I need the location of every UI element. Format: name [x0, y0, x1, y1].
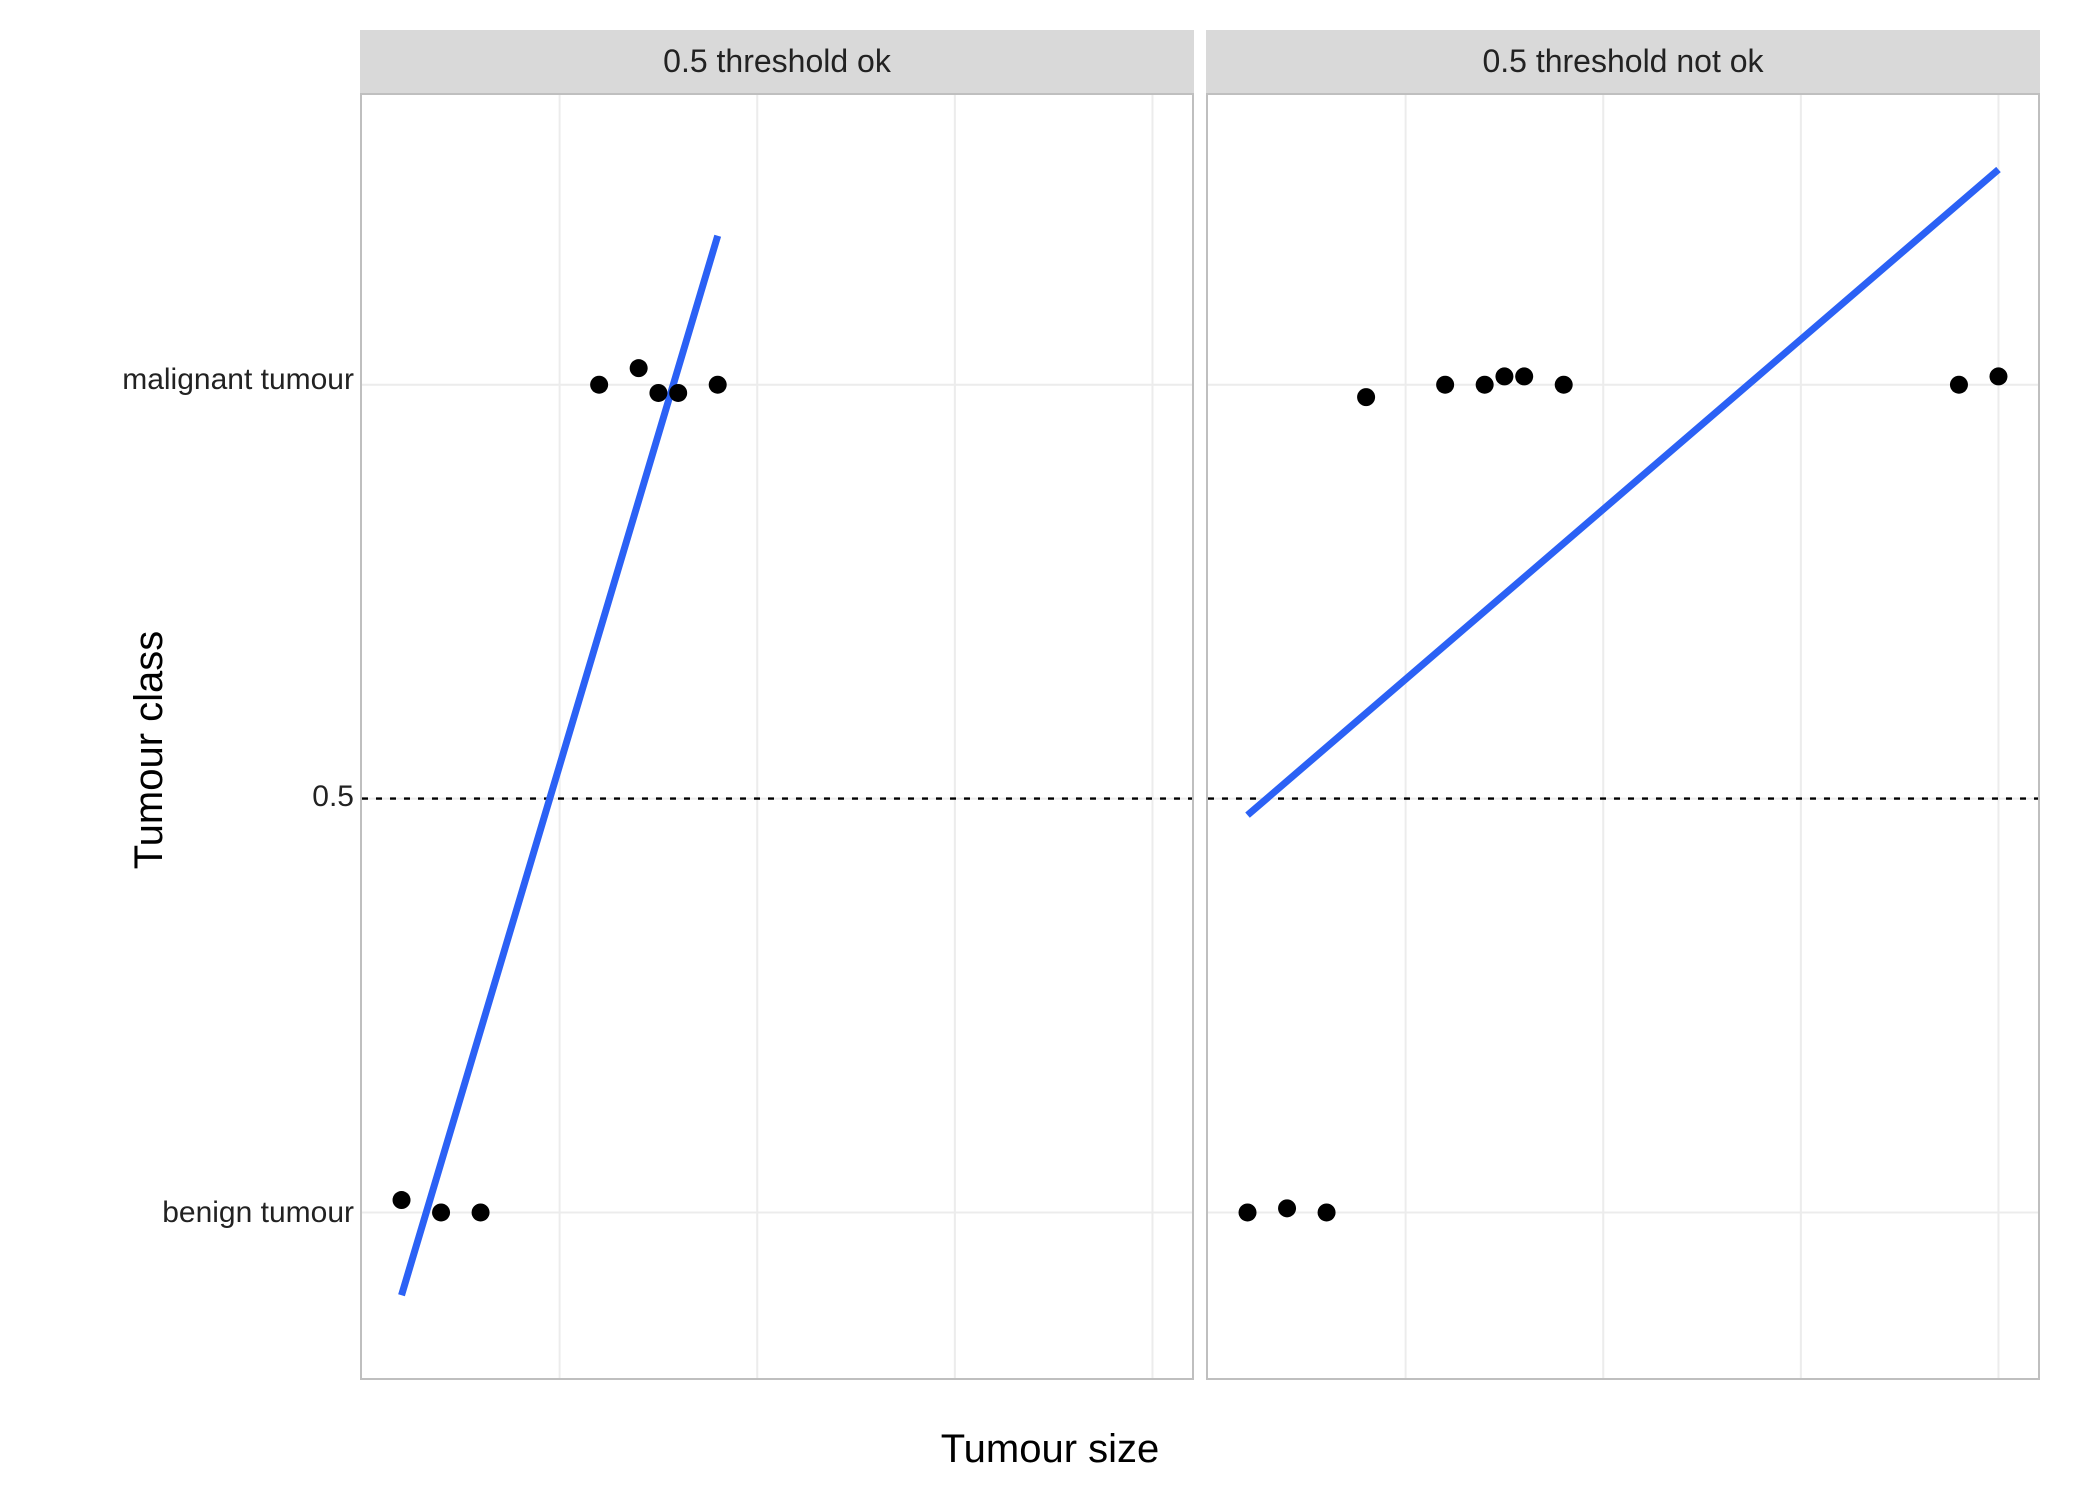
data-point — [1239, 1203, 1257, 1221]
facet-panels: 0.5 threshold ok51015200.5 threshold not… — [360, 30, 2040, 1380]
data-point — [649, 384, 667, 402]
x-axis-ticks: 5101520 — [362, 1378, 1192, 1380]
x-axis-label: Tumour size — [941, 1427, 1160, 1472]
data-point — [1278, 1199, 1296, 1217]
y-axis-ticks: benign tumour 0.5 malignant tumour — [110, 30, 360, 1380]
regression-line — [1248, 169, 1999, 815]
data-point — [472, 1203, 490, 1221]
facet-strip-label: 0.5 threshold ok — [360, 30, 1194, 93]
y-tick-label: benign tumour — [162, 1196, 354, 1230]
data-point — [1950, 376, 1968, 394]
facet-strip-label: 0.5 threshold not ok — [1206, 30, 2040, 93]
facet-panel: 0.5 threshold ok 5101520 — [360, 30, 1194, 1380]
facet-panel: 0.5 threshold not ok 5101520 — [1206, 30, 2040, 1380]
data-point — [709, 376, 727, 394]
data-point — [1989, 367, 2007, 385]
data-point — [590, 376, 608, 394]
data-point — [630, 359, 648, 377]
data-point — [432, 1203, 450, 1221]
data-point — [1555, 376, 1573, 394]
data-point — [1495, 367, 1513, 385]
data-point — [393, 1191, 411, 1209]
x-axis-ticks: 5101520 — [1208, 1378, 2038, 1380]
data-point — [669, 384, 687, 402]
chart-container: Tumour class Tumour size benign tumour0.… — [0, 0, 2100, 1500]
data-point — [1318, 1203, 1336, 1221]
data-point — [1515, 367, 1533, 385]
data-point — [1357, 388, 1375, 406]
data-point — [1436, 376, 1454, 394]
y-tick-label: malignant tumour — [122, 363, 354, 397]
y-tick-label: 0.5 — [312, 780, 354, 814]
data-point — [1476, 376, 1494, 394]
plot-area: 5101520 — [360, 93, 1194, 1380]
plot-area: 5101520 — [1206, 93, 2040, 1380]
